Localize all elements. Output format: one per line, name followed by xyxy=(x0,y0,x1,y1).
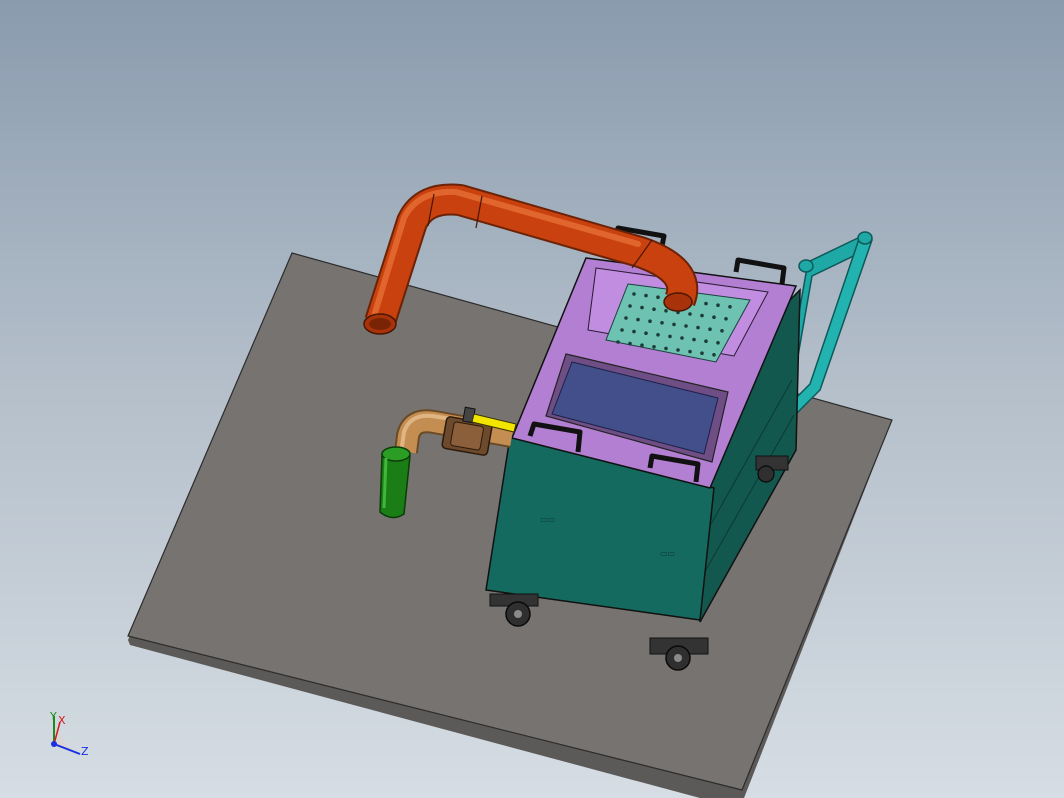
tray-hole xyxy=(692,337,696,342)
tray-hole xyxy=(652,345,656,349)
tray-hole xyxy=(664,309,668,313)
tray-hole xyxy=(648,319,652,324)
tray-hole xyxy=(684,324,688,328)
tray-hole xyxy=(636,317,640,322)
tray-hole xyxy=(708,327,712,332)
tray-hole xyxy=(716,303,720,308)
tray-hole xyxy=(696,325,700,330)
tray-hole xyxy=(688,312,692,316)
tray-hole xyxy=(660,321,664,325)
tray-hole xyxy=(704,339,708,344)
tray-hole xyxy=(680,336,684,340)
tray-hole xyxy=(620,328,624,332)
tray-hole xyxy=(644,293,648,298)
tray-hole xyxy=(700,351,704,356)
tray-hole xyxy=(624,316,628,320)
tray-hole xyxy=(664,346,668,351)
tray-hole xyxy=(628,341,632,346)
tray-hole xyxy=(656,295,660,300)
tray-hole xyxy=(700,313,704,318)
front-mark-right: ▭▭ xyxy=(660,549,675,558)
tray-hole xyxy=(724,317,728,321)
model-canvas[interactable]: ▭▭ ▭▭ Y X Z xyxy=(0,0,1064,798)
axis-triad: Y X Z xyxy=(49,710,89,758)
tray-hole xyxy=(712,353,716,357)
front-mark-left: ▭▭ xyxy=(540,515,555,524)
tray-hole xyxy=(716,341,720,345)
tray-hole xyxy=(616,340,620,344)
tray-hole xyxy=(728,305,732,309)
y-axis-label: Y xyxy=(49,710,57,723)
tray-hole xyxy=(628,304,632,308)
tray-hole xyxy=(676,348,680,352)
3d-model-viewport[interactable]: ▭▭ ▭▭ Y X Z xyxy=(0,0,1064,798)
tray-hole xyxy=(712,315,716,320)
tray-hole xyxy=(652,307,656,312)
tray-hole xyxy=(688,349,692,354)
tray-hole xyxy=(656,333,660,337)
tray-hole xyxy=(704,301,708,306)
x-axis-label: X xyxy=(58,714,66,727)
z-axis-label: Z xyxy=(81,745,89,758)
tray-hole xyxy=(640,305,644,310)
tray-hole xyxy=(632,329,636,334)
tray-hole xyxy=(640,343,644,348)
tray-hole xyxy=(720,329,724,333)
tray-hole xyxy=(632,292,636,296)
tray-hole xyxy=(668,334,672,339)
tray-hole xyxy=(672,322,676,327)
tray-hole xyxy=(644,331,648,336)
